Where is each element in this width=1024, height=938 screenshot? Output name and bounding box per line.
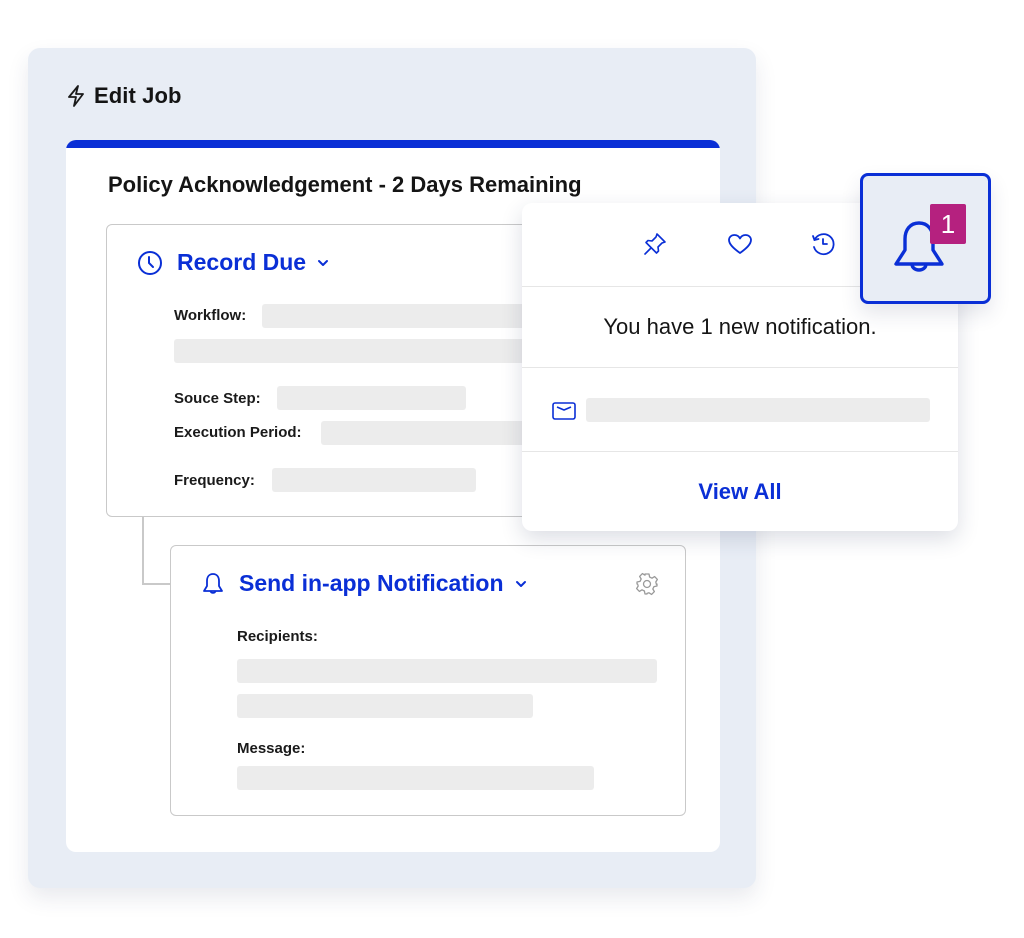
favorites-button[interactable] [725,229,755,259]
workflow-label: Workflow: [174,307,247,324]
heart-icon [728,234,752,254]
bell-icon [203,572,223,594]
history-icon [812,233,835,256]
recipients-field[interactable] [237,659,657,683]
source-step-field[interactable] [277,386,466,410]
step-connector [142,583,170,585]
frequency-field[interactable] [272,468,476,492]
chevron-down-icon[interactable] [316,256,330,270]
chevron-down-icon[interactable] [514,577,528,591]
frequency-label: Frequency: [174,472,255,489]
job-card-accent [66,140,720,148]
gear-icon[interactable] [635,572,659,596]
step-connector [142,517,144,584]
lightning-icon [68,85,84,107]
record-due-step: Record Due Workflow: Souce Step: Executi… [106,224,594,517]
notification-item-text [586,398,930,422]
history-button[interactable] [808,229,838,259]
envelope-icon [552,402,576,420]
notification-item[interactable] [522,368,958,452]
notifications-bell-button[interactable]: 1 [860,173,991,304]
source-step-label: Souce Step: [174,390,261,407]
pin-icon [644,233,666,255]
view-all-link[interactable]: View All [522,452,958,531]
send-notification-header[interactable]: Send in-app Notification [201,570,528,597]
recipients-field-line2[interactable] [237,694,533,718]
send-notification-step: Send in-app Notification Recipients: Mes… [170,545,686,816]
record-due-header[interactable]: Record Due [137,249,330,276]
message-label: Message: [237,740,306,757]
edit-job-header: Edit Job [66,82,182,110]
message-field[interactable] [237,766,594,790]
clock-icon [138,250,162,275]
execution-period-label: Execution Period: [174,424,302,441]
record-due-title: Record Due [177,249,307,275]
send-notification-title: Send in-app Notification [239,570,504,596]
page-title: Edit Job [94,83,182,108]
job-title: Policy Acknowledgement - 2 Days Remainin… [108,172,582,197]
recipients-label: Recipients: [237,628,318,645]
pin-button[interactable] [640,229,670,259]
notification-count-badge: 1 [930,204,966,244]
